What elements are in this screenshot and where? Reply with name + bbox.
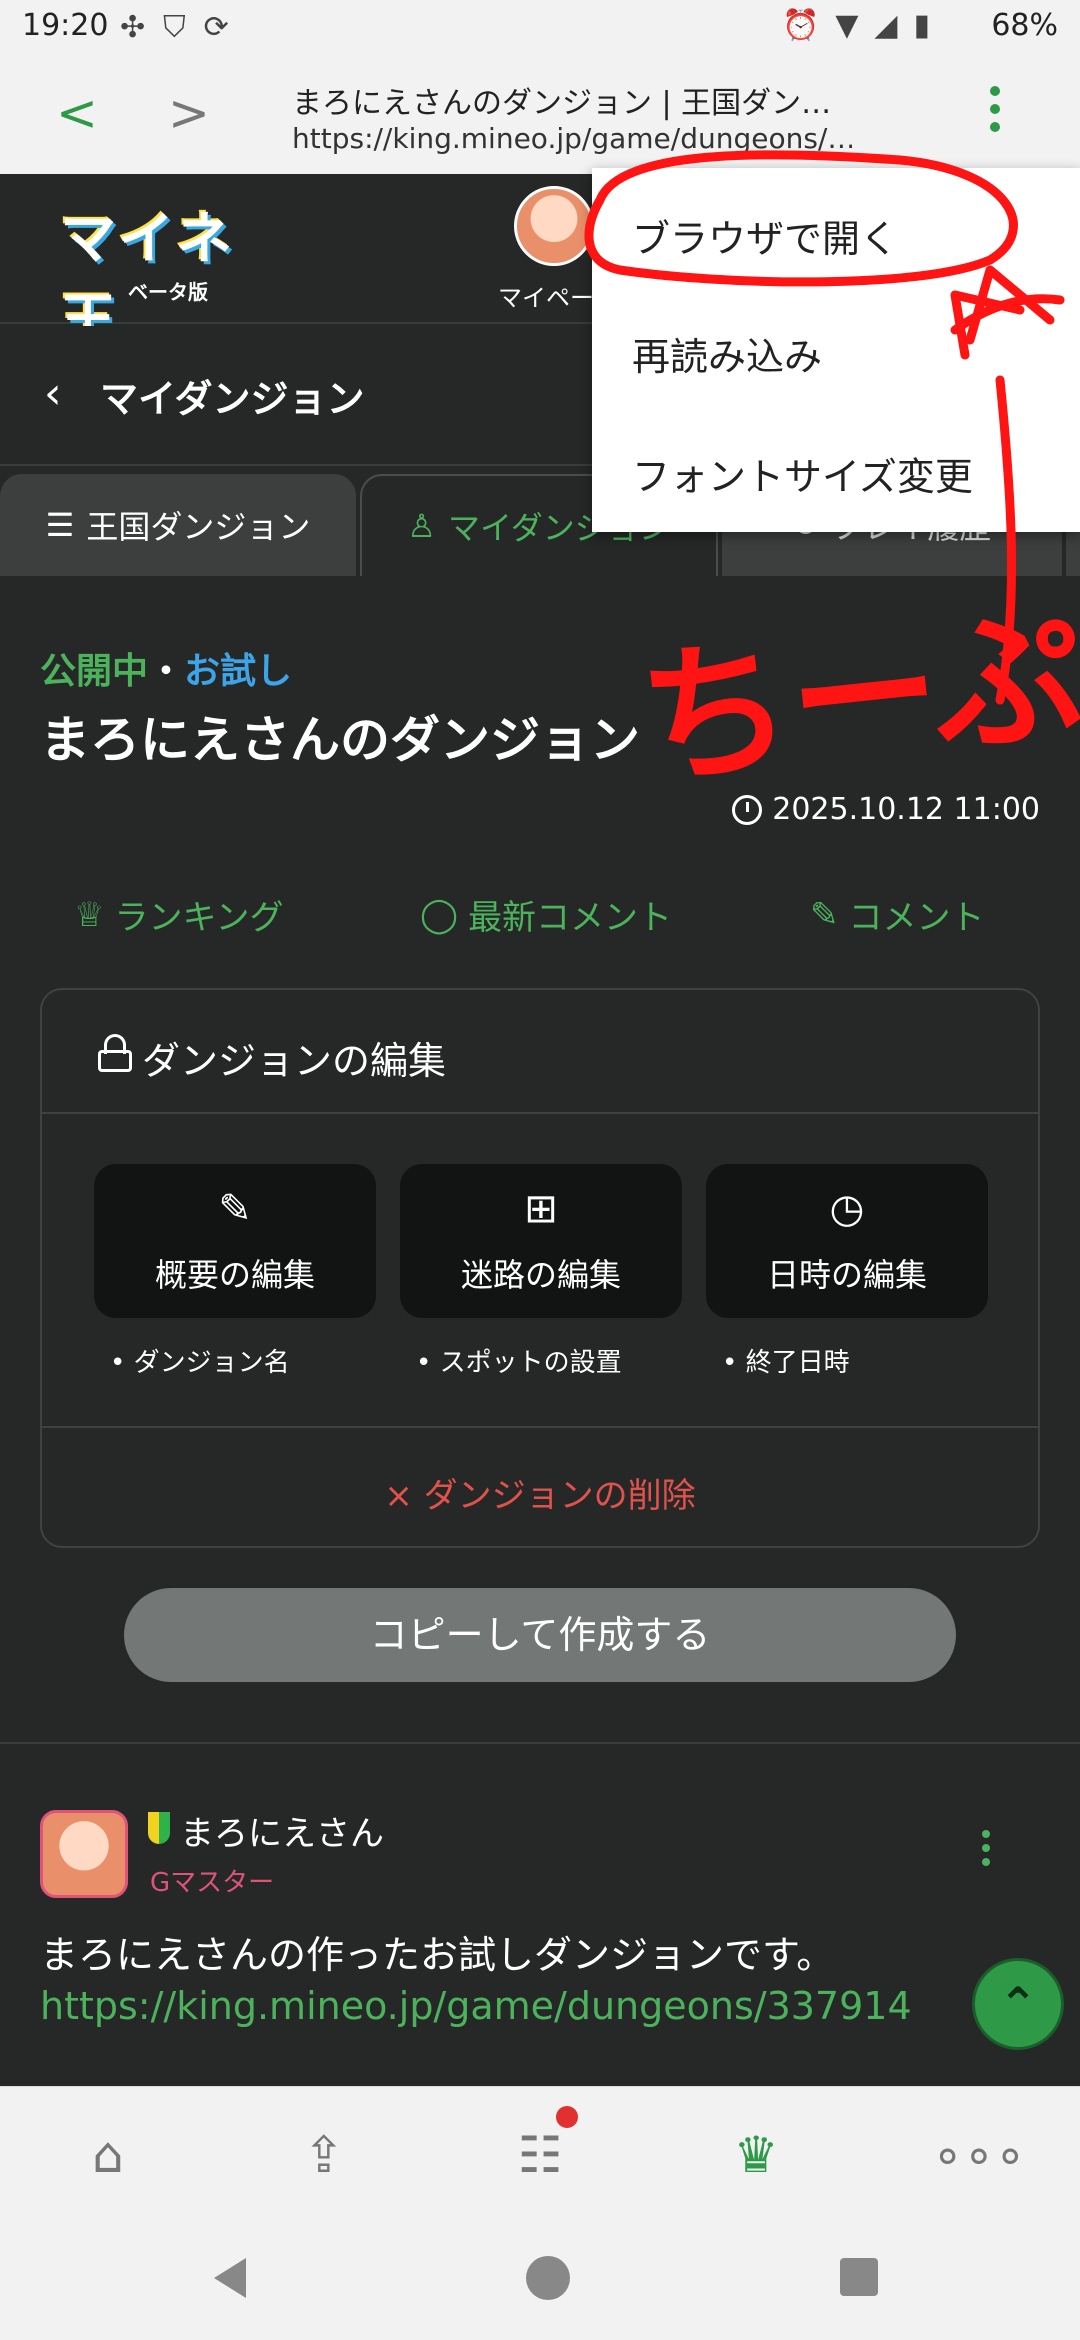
battery-icon: ▮ (913, 8, 930, 43)
post-more-icon[interactable] (980, 1830, 992, 1874)
bullet-text: 終了日時 (745, 1348, 850, 1378)
status-public: 公開中 (40, 651, 149, 692)
beginner-mark-icon (148, 1812, 170, 1844)
clock-icon (732, 794, 763, 825)
status-trial: お試し (184, 651, 293, 692)
forward-arrow-icon[interactable]: > (168, 84, 210, 142)
status-separator: ・ (148, 651, 185, 692)
clock-icon: ◷ (829, 1186, 865, 1232)
edit-overview-button[interactable]: ✎ 概要の編集 (94, 1164, 376, 1318)
post-link[interactable]: https://king.mineo.jp/game/dungeons/3379… (40, 1984, 912, 2028)
comment-link[interactable]: ✎ コメント (810, 890, 985, 939)
section-divider (0, 1742, 1080, 1744)
signal-icon: ◢ (874, 8, 898, 43)
logo-sub: ベータ版 (128, 280, 208, 304)
card-header: ダンジョンの編集 (42, 990, 1038, 1114)
upload-tray-icon[interactable]: ⇪ (284, 2115, 364, 2195)
button-label: 概要の編集 (154, 1256, 315, 1294)
button-label: 迷路の編集 (460, 1256, 621, 1294)
action-label: 最新コメント (468, 898, 673, 938)
alarm-icon: ⏰ (781, 8, 820, 43)
latest-comments-link[interactable]: ◯ 最新コメント (420, 890, 672, 939)
more-icon[interactable]: ∘∘∘ (932, 2115, 1026, 2195)
back-title[interactable]: マイダンジョン (100, 368, 364, 423)
menu-item-reload[interactable]: 再読み込み (632, 326, 822, 381)
edit-icon: ✎ (218, 1186, 252, 1232)
chevron-left-icon[interactable]: ‹ (44, 368, 62, 419)
menu-item-font-size[interactable]: フォントサイズ変更 (632, 446, 973, 501)
browser-toolbar: < > まろにえさんのダンジョン | 王国ダン… https://king.mi… (0, 58, 1080, 174)
edit-datetime-button[interactable]: ◷ 日時の編集 (706, 1164, 988, 1318)
card-divider (42, 1426, 1038, 1428)
button-label: 日時の編集 (766, 1256, 927, 1294)
bullet-text: スポットの設置 (439, 1348, 622, 1378)
crown-icon: ♕ (74, 894, 105, 935)
home-icon[interactable]: ⌂ (68, 2115, 148, 2195)
card-title: ダンジョンの編集 (142, 1039, 447, 1083)
sync-icon: ⟳ (203, 10, 229, 45)
status-right-icons: ⏰ ▼ ◢ ▮ (782, 8, 930, 43)
lock-icon (98, 1034, 132, 1072)
post-rank: Gマスター (150, 1868, 275, 1898)
list-icon: ☰ (45, 506, 75, 544)
dungeon-edit-card: ダンジョンの編集 ✎ 概要の編集 ⊞ 迷路の編集 ◷ 日時の編集 • ダンジョン… (40, 988, 1040, 1548)
system-back-icon[interactable] (214, 2258, 246, 2298)
annotation-text: ちーぷ (632, 589, 1080, 808)
menu-item-open-in-browser[interactable]: ブラウザで開く (632, 208, 898, 263)
pencil-icon: ✎ (810, 894, 839, 935)
action-label: コメント (848, 898, 985, 938)
bottom-nav: ⌂ ⇪ ☷ ♛ ∘∘∘ (0, 2086, 1080, 2218)
post-text: まろにえさんの作ったお試しダンジョンです。 (40, 1933, 835, 1977)
notification-badge (556, 2106, 578, 2128)
back-arrow-icon[interactable]: < (56, 84, 98, 142)
system-nav (0, 2218, 1080, 2340)
wifi-icon: ▼ (835, 8, 859, 43)
site-logo[interactable]: マイネ王 (60, 194, 280, 353)
bullet-text: ダンジョン名 (133, 1348, 290, 1378)
delete-dungeon-link[interactable]: × ダンジョンの削除 (42, 1468, 1038, 1517)
tab-kingdom-dungeon[interactable]: ☰ 王国ダンジョン (0, 474, 356, 576)
system-recents-icon[interactable] (840, 2258, 878, 2296)
crown-icon[interactable]: ♛ (716, 2115, 796, 2195)
shield-icon: ⛉ (163, 10, 186, 45)
url-address[interactable]: https://king.mineo.jp/game/dungeons/… (292, 122, 852, 155)
status-left-icons: ✣ ⛉ ⟳ (120, 10, 229, 45)
post-username[interactable]: まろにえさん (180, 1806, 384, 1855)
dungeon-status: 公開中・お試し (40, 642, 292, 694)
overflow-menu: ブラウザで開く 再読み込み フォントサイズ変更 (592, 168, 1080, 532)
status-time: 19:20 (22, 8, 109, 43)
dungeon-title: まろにえさんのダンジョン (40, 711, 640, 769)
scroll-top-button[interactable]: ⌃ (972, 1958, 1064, 2050)
avatar[interactable] (40, 1810, 128, 1898)
action-label: ランキング (114, 898, 284, 938)
edit-maze-button[interactable]: ⊞ 迷路の編集 (400, 1164, 682, 1318)
more-menu-icon[interactable] (980, 86, 1010, 146)
speech-bubble-icon: ◯ (420, 894, 459, 935)
person-icon: ♙ (407, 507, 436, 545)
copy-create-button[interactable]: コピーして作成する (124, 1588, 956, 1682)
grid-icon: ⊞ (524, 1186, 558, 1232)
tab-label: 王国ダンジョン (86, 508, 311, 546)
page-title: まろにえさんのダンジョン | 王国ダン… (292, 86, 832, 121)
system-home-icon[interactable] (526, 2256, 570, 2300)
fan-icon: ✣ (120, 10, 146, 45)
mypage-label[interactable]: マイペー (498, 278, 594, 313)
bullet-item: • スポットの設置 (416, 1348, 622, 1378)
status-bar: 19:20 ✣ ⛉ ⟳ ⏰ ▼ ◢ ▮ 68% (0, 0, 1080, 58)
date-text: 2025.10.12 11:00 (772, 792, 1040, 827)
battery-level: 68% (991, 8, 1058, 43)
avatar[interactable] (514, 186, 594, 266)
action-row: ♕ ランキング ◯ 最新コメント ✎ コメント (0, 890, 1080, 950)
bullet-item: • 終了日時 (722, 1348, 850, 1378)
ranking-link[interactable]: ♕ ランキング (74, 890, 283, 939)
bullet-item: • ダンジョン名 (110, 1348, 290, 1378)
dungeon-date: 2025.10.12 11:00 (732, 792, 1040, 827)
